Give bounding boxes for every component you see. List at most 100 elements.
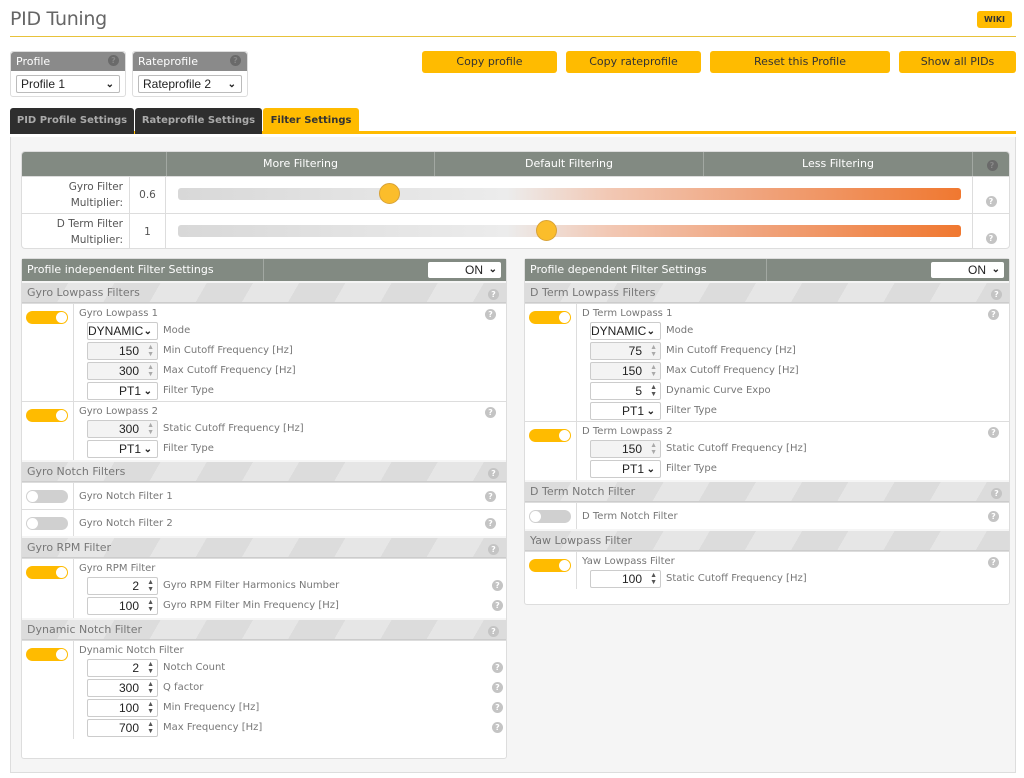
gyro-rpm-toggle[interactable]: [26, 566, 68, 579]
tab-pid-profile-settings[interactable]: PID Profile Settings: [10, 108, 134, 134]
dynamic-notch-toggle[interactable]: [26, 648, 68, 661]
dterm-lp1-max-input[interactable]: 150 ▲ ▼: [590, 362, 661, 380]
help-icon[interactable]: ?: [492, 702, 503, 713]
q-factor-input[interactable]: 300 ▲ ▼: [87, 679, 158, 697]
rateprofile-select[interactable]: Rateprofile 2 ⌄: [138, 75, 242, 93]
chevron-down-icon: ⌄: [227, 79, 236, 90]
select-value: PT1: [621, 404, 644, 418]
help-icon[interactable]: ?: [492, 682, 503, 693]
spinner-icon[interactable]: ▲ ▼: [650, 364, 657, 378]
independent-state-select[interactable]: ON ⌄: [428, 262, 501, 278]
help-icon[interactable]: ?: [485, 518, 496, 529]
help-icon[interactable]: ?: [991, 488, 1002, 499]
help-icon[interactable]: ?: [488, 468, 499, 479]
help-icon[interactable]: ?: [986, 160, 998, 171]
dependent-state-select[interactable]: ON ⌄: [931, 262, 1004, 278]
filter-name: Gyro RPM Filter: [79, 563, 156, 574]
gyro-notch-1-toggle[interactable]: [26, 490, 68, 503]
dterm-lp1-type-select[interactable]: PT1 ⌄: [590, 402, 661, 420]
spinner-icon[interactable]: ▲ ▼: [147, 422, 154, 436]
gyro-lp1-min-input[interactable]: 150 ▲ ▼: [87, 342, 158, 360]
copy-rateprofile-button[interactable]: Copy rateprofile: [566, 51, 701, 73]
field-label: Static Cutoff Frequency [Hz]: [666, 443, 807, 454]
spinner-icon[interactable]: ▲ ▼: [147, 681, 154, 695]
help-icon[interactable]: ?: [988, 309, 999, 320]
spinner-icon[interactable]: ▲ ▼: [147, 721, 154, 735]
dyn-max-freq-input[interactable]: 700 ▲ ▼: [87, 719, 158, 737]
spinner-icon[interactable]: ▲ ▼: [650, 344, 657, 358]
help-icon[interactable]: ?: [492, 580, 503, 591]
spinner-icon[interactable]: ▲ ▼: [147, 579, 154, 593]
slider-thumb[interactable]: [379, 183, 401, 204]
yaw-lowpass-row: Yaw Lowpass Filter ? 100 ▲ ▼ Static Cutoff …: [525, 551, 1009, 589]
help-icon[interactable]: ?: [988, 427, 999, 438]
gyro-lp1-type-select[interactable]: PT1 ⌄: [87, 382, 158, 400]
field-label: Q factor: [163, 682, 204, 693]
dterm-lp2-type-select[interactable]: PT1 ⌄: [590, 460, 661, 478]
gyro-lp2-type-select[interactable]: PT1 ⌄: [87, 440, 158, 458]
profile-value: Profile 1: [21, 77, 66, 91]
help-icon[interactable]: ?: [985, 233, 997, 244]
dterm-lp1-mode-select[interactable]: DYNAMIC ⌄: [590, 322, 661, 340]
gyro-lowpass-2-toggle[interactable]: [26, 409, 68, 422]
dterm-lowpass-2-toggle[interactable]: [529, 429, 571, 442]
spinner-icon[interactable]: ▲ ▼: [650, 572, 657, 586]
header: PID Tuning WIKI: [10, 0, 1016, 37]
help-icon[interactable]: ?: [985, 196, 997, 207]
help-icon[interactable]: ?: [485, 491, 496, 502]
spinner-icon[interactable]: ▲ ▼: [147, 599, 154, 613]
spinner-icon[interactable]: ▲ ▼: [147, 701, 154, 715]
dterm-lp1-min-input[interactable]: 75 ▲ ▼: [590, 342, 661, 360]
copy-profile-button[interactable]: Copy profile: [422, 51, 557, 73]
gyro-lp1-mode-select[interactable]: DYNAMIC ⌄: [87, 322, 158, 340]
spinner-icon[interactable]: ▲ ▼: [650, 442, 657, 456]
section-title: Dynamic Notch Filter: [27, 623, 143, 636]
field-label: Max Frequency [Hz]: [163, 722, 263, 733]
rpm-minfreq-input[interactable]: 100 ▲ ▼: [87, 597, 158, 615]
show-all-pids-button[interactable]: Show all PIDs: [899, 51, 1016, 73]
help-icon[interactable]: ?: [488, 626, 499, 637]
help-icon[interactable]: ?: [485, 309, 496, 320]
help-icon[interactable]: ?: [488, 289, 499, 300]
help-icon[interactable]: ?: [492, 600, 503, 611]
help-icon[interactable]: ?: [988, 511, 999, 522]
slider-thumb[interactable]: [536, 220, 557, 241]
yaw-lowpass-toggle[interactable]: [529, 559, 571, 572]
spinner-icon[interactable]: ▲ ▼: [147, 661, 154, 675]
wiki-button[interactable]: WIKI: [977, 11, 1012, 28]
help-icon[interactable]: ?: [988, 557, 999, 568]
gyro-notch-2-toggle[interactable]: [26, 517, 68, 530]
dterm-lp2-static-input[interactable]: 150 ▲ ▼: [590, 440, 661, 458]
help-icon[interactable]: ?: [488, 544, 499, 555]
less-filtering-label: Less Filtering: [703, 152, 972, 176]
gyro-multiplier-slider[interactable]: [178, 183, 961, 204]
help-icon[interactable]: ?: [492, 722, 503, 733]
spinner-icon[interactable]: ▲ ▼: [147, 364, 154, 378]
help-icon[interactable]: ?: [485, 407, 496, 418]
help-icon[interactable]: ?: [991, 289, 1002, 300]
dterm-notch-toggle[interactable]: [529, 510, 571, 523]
input-value: 150: [118, 344, 139, 358]
dterm-multiplier-slider[interactable]: [178, 220, 961, 241]
gyro-lp1-max-input[interactable]: 300 ▲ ▼: [87, 362, 158, 380]
help-icon[interactable]: ?: [230, 55, 241, 66]
profile-select[interactable]: Profile 1 ⌄: [16, 75, 120, 93]
page-title: PID Tuning: [10, 8, 107, 30]
yaw-static-input[interactable]: 100 ▲ ▼: [590, 570, 661, 588]
dyn-min-freq-input[interactable]: 100 ▲ ▼: [87, 699, 158, 717]
dterm-lp1-expo-input[interactable]: 5 ▲ ▼: [590, 382, 661, 400]
reset-profile-button[interactable]: Reset this Profile: [710, 51, 890, 73]
section-title: Gyro Notch Filters: [27, 465, 126, 478]
help-icon[interactable]: ?: [108, 55, 119, 66]
spinner-icon[interactable]: ▲ ▼: [650, 384, 657, 398]
tab-rateprofile-settings[interactable]: Rateprofile Settings: [135, 108, 262, 134]
spinner-icon[interactable]: ▲ ▼: [147, 344, 154, 358]
gyro-lowpass-1-toggle[interactable]: [26, 311, 68, 324]
rpm-harmonics-input[interactable]: 2 ▲ ▼: [87, 577, 158, 595]
help-icon[interactable]: ?: [492, 662, 503, 673]
gyro-lp2-static-input[interactable]: 300 ▲ ▼: [87, 420, 158, 438]
notch-count-input[interactable]: 2 ▲ ▼: [87, 659, 158, 677]
chevron-down-icon: ⌄: [143, 386, 152, 397]
tab-filter-settings[interactable]: Filter Settings: [263, 108, 359, 134]
dterm-lowpass-1-toggle[interactable]: [529, 311, 571, 324]
